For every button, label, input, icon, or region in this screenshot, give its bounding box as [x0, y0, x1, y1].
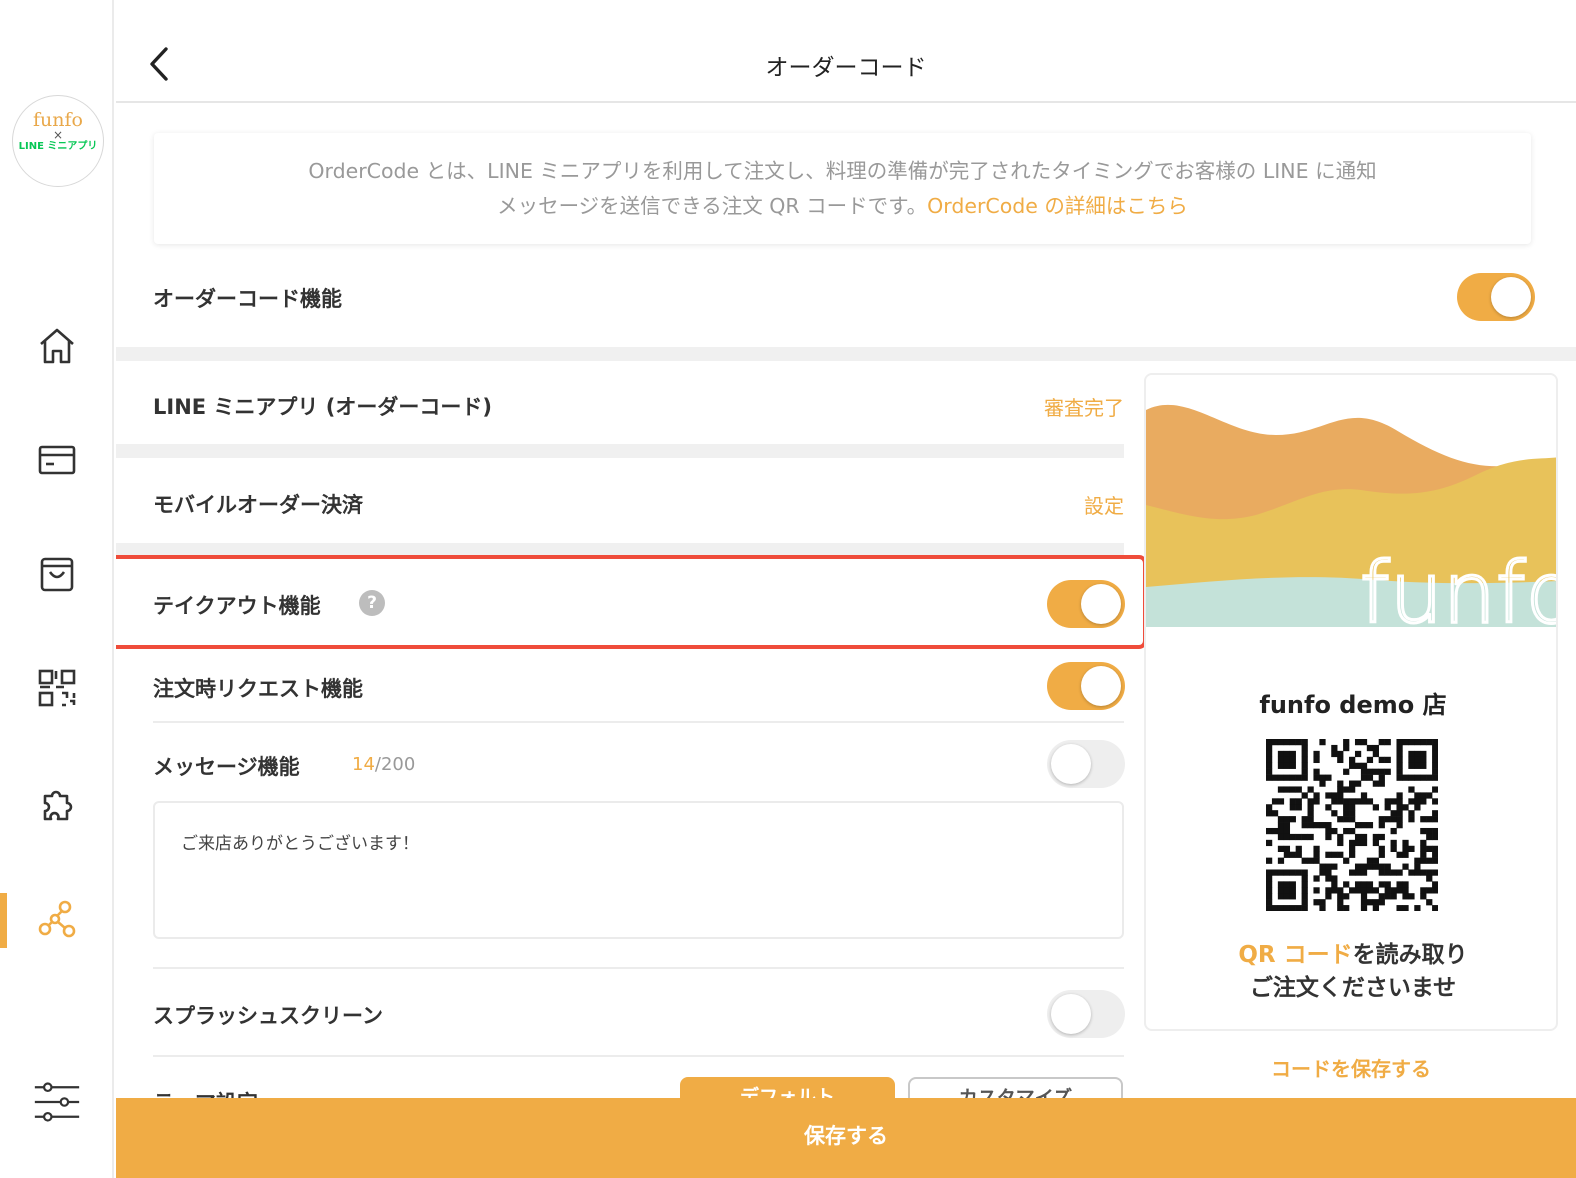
message-feature-toggle[interactable] — [1047, 740, 1125, 788]
message-feature-label: メッセージ機能 — [153, 755, 300, 779]
qr-caption-line1: QR コードを読み取り — [1146, 939, 1556, 972]
preview-banner: funfo — [1146, 375, 1558, 627]
line-mini-app-label: LINE ミニアプリ (オーダーコード) — [153, 395, 492, 419]
qr-code-image — [1266, 739, 1438, 911]
page-title: オーダーコード — [765, 55, 927, 81]
message-textarea[interactable]: ご来店ありがとうございます！ — [153, 801, 1124, 939]
toggle-knob — [1491, 277, 1531, 317]
save-button[interactable]: 保存する — [116, 1098, 1576, 1178]
order-request-feature-toggle[interactable] — [1047, 662, 1125, 710]
settings-content: OrderCode とは、LINE ミニアプリを利用して注文し、料理の準備が完了… — [116, 103, 1576, 1098]
store-name: funfo demo 店 — [1259, 691, 1447, 719]
logo-brand: funfo — [33, 109, 83, 131]
info-text-line2-wrap: メッセージを送信できる注文 QR コードです。OrderCode の詳細はこちら — [154, 189, 1531, 224]
message-char-counter: 14/200 — [352, 754, 415, 775]
app-logo: funfo × LINE ミニアプリ — [12, 95, 104, 187]
qr-caption-rest: を読み取り — [1352, 942, 1468, 968]
ordercode-details-link[interactable]: OrderCode の詳細はこちら — [927, 194, 1188, 218]
mobile-order-payment-label: モバイルオーダー決済 — [153, 493, 363, 517]
info-text-line2: メッセージを送信できる注文 QR コードです。 — [497, 194, 928, 218]
qr-preview-card: funfo funfo demo 店 QR コードを読み取り ご注文くださいませ — [1144, 373, 1558, 1031]
home-icon[interactable] — [33, 322, 81, 370]
line-mini-app-status: 審査完了 — [1044, 396, 1124, 420]
active-nav-indicator — [0, 893, 7, 948]
header: オーダーコード — [116, 0, 1576, 103]
sliders-icon[interactable] — [33, 1078, 81, 1126]
card-icon[interactable] — [33, 436, 81, 484]
preview-brand-logo: funfo — [1360, 544, 1558, 627]
network-icon[interactable] — [33, 895, 81, 943]
shopping-bag-icon[interactable] — [33, 550, 81, 598]
toggle-knob — [1051, 994, 1091, 1034]
theme-setting-label: テーマ設定 — [153, 1087, 258, 1098]
logo-cross: × — [52, 128, 64, 142]
theme-default-button[interactable]: デフォルト — [680, 1077, 895, 1098]
save-code-link[interactable]: コードを保存する — [1144, 1053, 1558, 1082]
divider — [153, 967, 1124, 969]
ordercode-feature-toggle[interactable] — [1457, 273, 1535, 321]
section-separator — [116, 347, 1576, 361]
order-request-feature-label: 注文時リクエスト機能 — [153, 677, 363, 701]
puzzle-icon[interactable] — [33, 780, 81, 828]
logo-line-mini: LINE ミニアプリ — [18, 141, 98, 152]
message-char-count: 14 — [352, 754, 375, 775]
divider — [153, 1055, 1124, 1057]
qr-caption: QR コードを読み取り ご注文くださいませ — [1146, 939, 1556, 1005]
qr-code-icon[interactable] — [33, 664, 81, 712]
mobile-order-payment-settings-link[interactable]: 設定 — [974, 490, 1124, 519]
divider — [153, 721, 1124, 723]
sidebar: funfo × LINE ミニアプリ — [0, 0, 114, 1178]
section-separator — [116, 444, 1124, 458]
qr-caption-highlight: QR コード — [1238, 942, 1353, 968]
toggle-knob — [1051, 744, 1091, 784]
qr-caption-line2: ご注文くださいませ — [1249, 975, 1457, 1001]
splash-screen-toggle[interactable] — [1047, 990, 1125, 1038]
toggle-knob — [1081, 666, 1121, 706]
ordercode-info-card: OrderCode とは、LINE ミニアプリを利用して注文し、料理の準備が完了… — [154, 133, 1531, 244]
message-char-max: /200 — [374, 754, 416, 775]
splash-screen-label: スプラッシュスクリーン — [153, 1004, 383, 1028]
info-text-line1: OrderCode とは、LINE ミニアプリを利用して注文し、料理の準備が完了… — [308, 159, 1377, 183]
takeout-highlight-box — [116, 555, 1147, 649]
theme-customize-button[interactable]: カスタマイズ — [908, 1077, 1123, 1098]
ordercode-feature-label: オーダーコード機能 — [153, 287, 342, 311]
